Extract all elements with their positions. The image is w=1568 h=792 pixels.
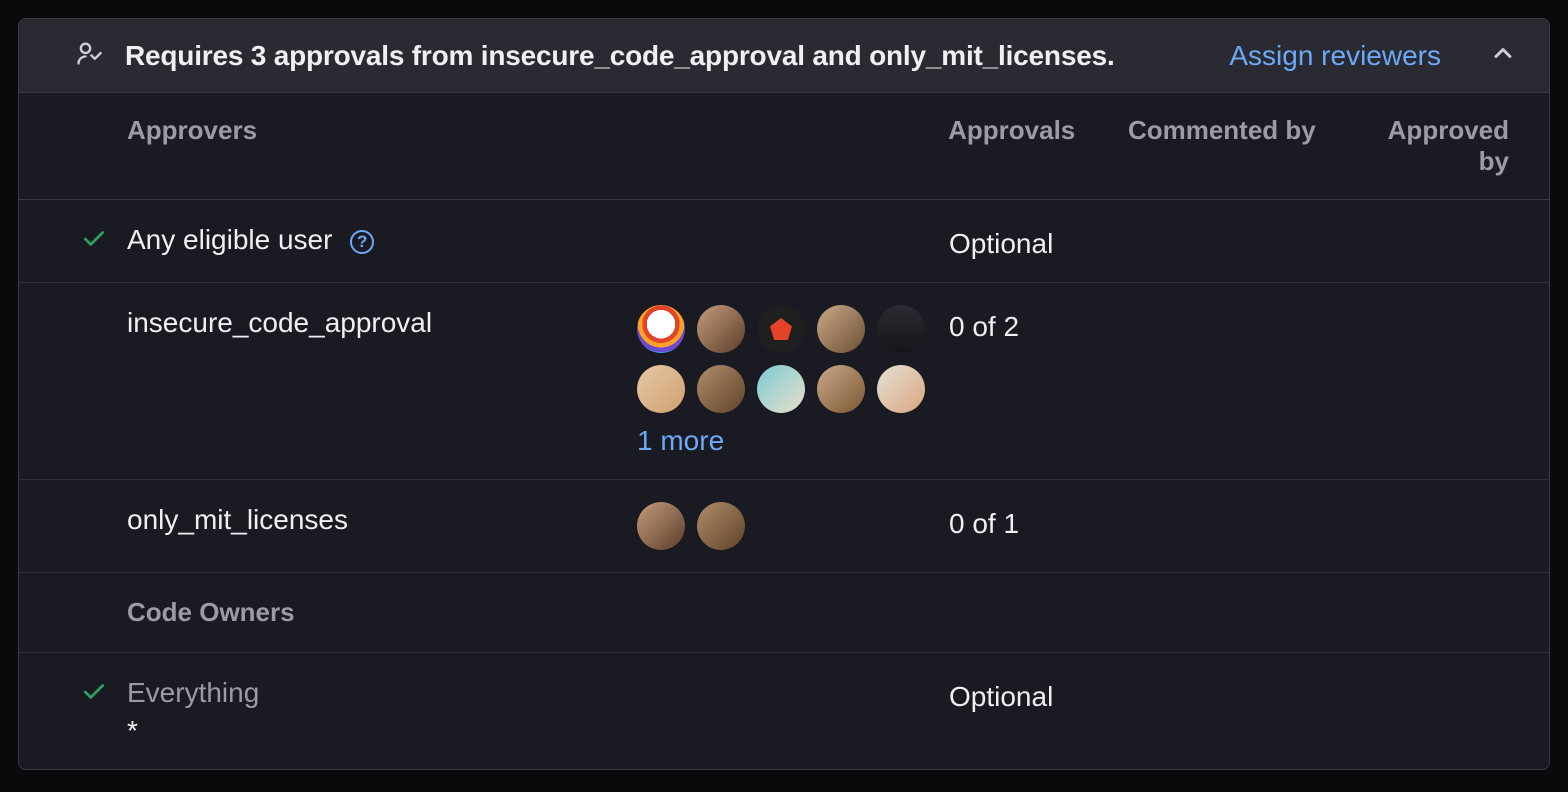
avatar[interactable] <box>877 305 925 353</box>
column-approvers: Approvers <box>127 115 948 177</box>
check-icon <box>81 226 107 257</box>
help-icon[interactable]: ? <box>350 230 374 254</box>
approvals-panel: Requires 3 approvals from insecure_code_… <box>18 18 1550 770</box>
table-header: Approvers Approvals Commented by Approve… <box>19 93 1549 200</box>
avatar[interactable] <box>817 305 865 353</box>
avatar[interactable] <box>637 365 685 413</box>
approval-row-everything: Everything * Optional <box>19 653 1549 769</box>
avatar[interactable] <box>697 365 745 413</box>
row-label: insecure_code_approval <box>127 305 637 339</box>
assign-reviewers-link[interactable]: Assign reviewers <box>1229 40 1441 72</box>
column-approvals: Approvals <box>948 115 1128 177</box>
row-pattern: * <box>127 715 637 747</box>
row-label: Any eligible user <box>127 224 332 255</box>
row-avatars: 1 more <box>637 305 949 457</box>
avatar[interactable] <box>877 365 925 413</box>
row-status-icon-col <box>81 305 127 309</box>
avatar[interactable] <box>637 502 685 550</box>
avatar[interactable] <box>757 365 805 413</box>
approval-row-any-eligible: Any eligible user ? Optional <box>19 200 1549 283</box>
row-label: Everything <box>127 677 637 709</box>
approval-row-insecure: insecure_code_approval 1 more 0 of 2 <box>19 283 1549 480</box>
header-title: Requires 3 approvals from insecure_code_… <box>125 40 1229 72</box>
more-avatars-link[interactable]: 1 more <box>637 425 724 457</box>
row-avatars <box>637 502 949 550</box>
row-approvals: 0 of 2 <box>949 305 1129 343</box>
avatar[interactable] <box>637 305 685 353</box>
avatar[interactable] <box>697 305 745 353</box>
column-approved-by: Approved by <box>1388 115 1517 177</box>
avatar[interactable] <box>817 365 865 413</box>
chevron-up-icon[interactable] <box>1489 39 1517 72</box>
approval-row-only-mit: only_mit_licenses 0 of 1 <box>19 480 1549 573</box>
row-status-icon-col <box>81 675 127 710</box>
row-label: only_mit_licenses <box>127 502 637 536</box>
panel-header: Requires 3 approvals from insecure_code_… <box>19 19 1549 93</box>
row-approvals: 0 of 1 <box>949 502 1129 540</box>
row-name: Any eligible user ? <box>127 222 637 256</box>
row-approvals: Optional <box>949 222 1129 260</box>
section-code-owners: Code Owners <box>19 573 1549 653</box>
row-status-icon-col <box>81 502 127 506</box>
user-check-icon <box>75 39 103 72</box>
avatar[interactable] <box>757 305 805 353</box>
row-name: Everything * <box>127 675 637 747</box>
avatar[interactable] <box>697 502 745 550</box>
row-approvals: Optional <box>949 675 1129 713</box>
row-status-icon-col <box>81 222 127 257</box>
column-commented-by: Commented by <box>1128 115 1388 177</box>
check-icon <box>81 679 107 710</box>
